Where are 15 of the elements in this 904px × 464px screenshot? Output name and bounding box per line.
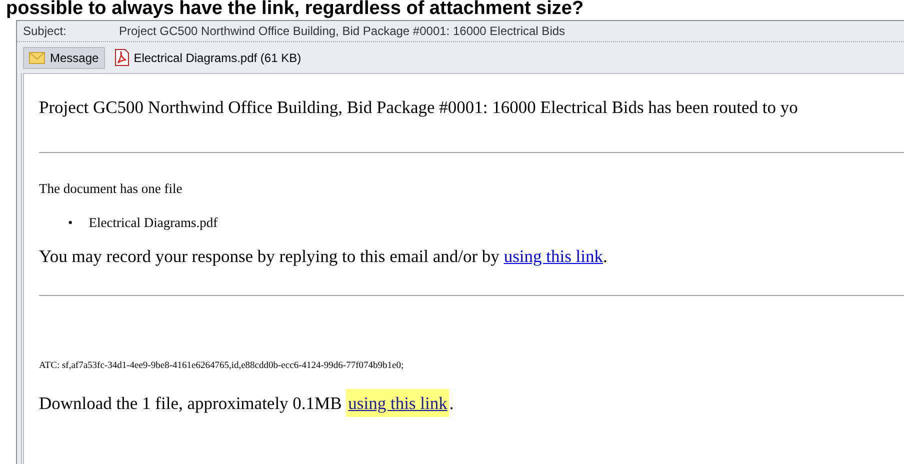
- message-tab[interactable]: Message: [23, 46, 105, 68]
- tracking-code: ATC: sf,af7a53fc-34d1-4ee9-9be8-4161e6264765,id,e88cdd0b-ecc6-4124-99d6-77f074b9b1e0;: [39, 361, 405, 371]
- envelope-icon: [29, 52, 45, 64]
- question-text: possible to always have the link, regardless of attachment size?: [5, 0, 585, 20]
- file-count-text: The document has one file: [39, 181, 184, 197]
- attachment-list-item: Electrical Diagrams.pdf: [88, 215, 218, 231]
- subject-text: Project GC500 Northwind Office Building, Bid Package #0001: 16000 Electrical Bids: [119, 24, 566, 38]
- bullet: •: [68, 215, 73, 231]
- attachment-tab[interactable]: Electrical Diagrams.pdf (61 KB): [108, 45, 308, 70]
- pdf-file-icon: [114, 49, 129, 66]
- message-headline: Project GC500 Northwind Office Building, Bid Package #0001: 16000 Electrical Bids has been routed to yo: [39, 97, 799, 118]
- link[interactable]: using this link: [504, 246, 603, 266]
- subject-label: Subject:: [23, 24, 68, 38]
- link[interactable]: using this link: [346, 389, 450, 417]
- response-sentence: You may record your response by replying to this email and/or by using this link.: [39, 246, 608, 267]
